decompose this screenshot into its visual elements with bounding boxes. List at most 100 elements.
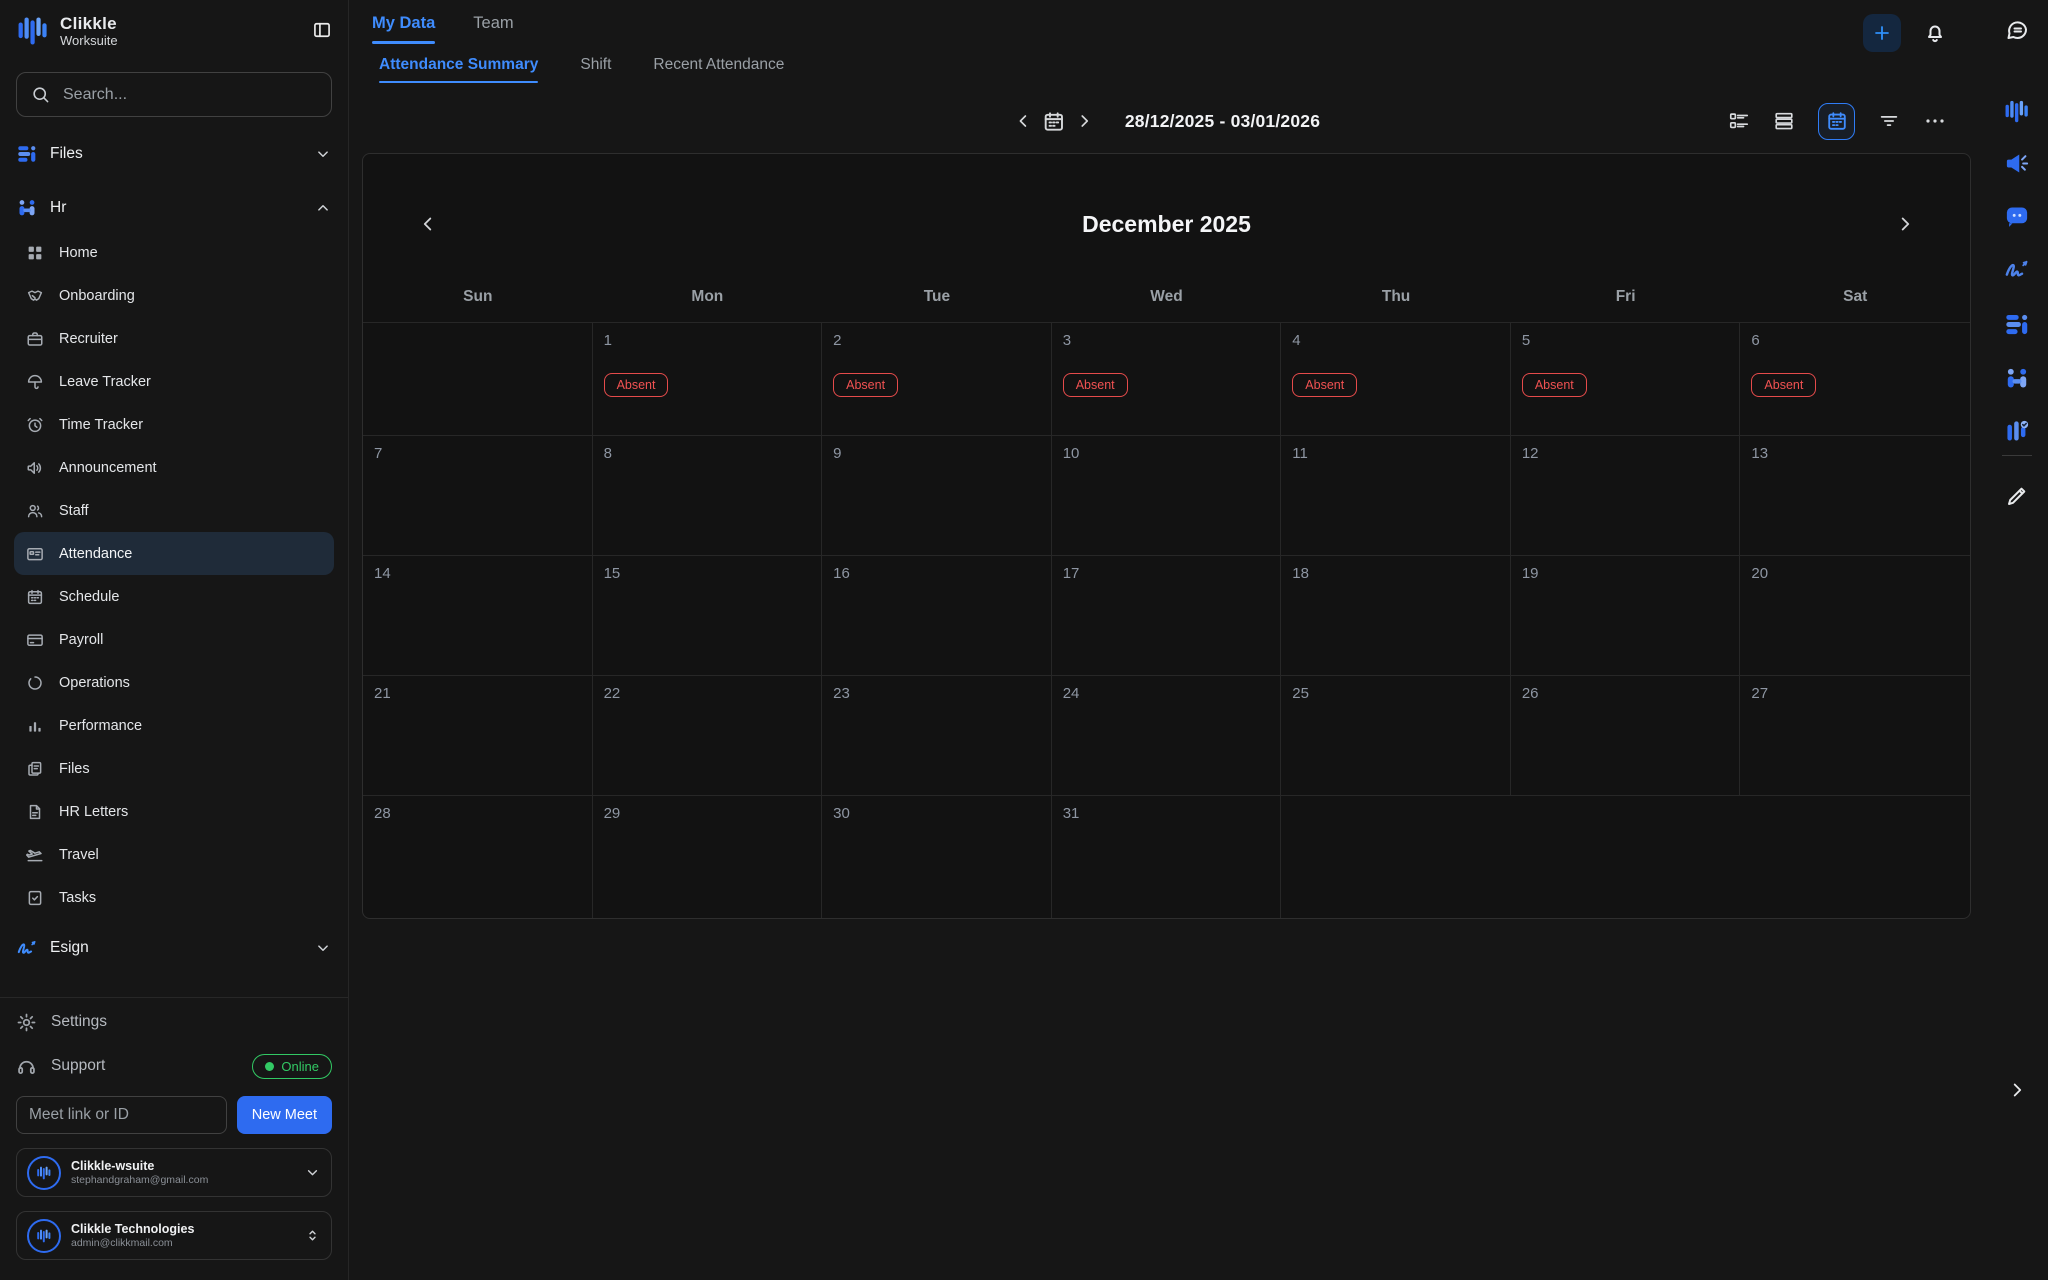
file-text-icon <box>26 803 44 821</box>
account-avatar <box>27 1219 61 1253</box>
sidebar-group-files[interactable]: Files <box>16 131 332 177</box>
calendar-day-cell[interactable]: 6Absent <box>1740 322 1970 435</box>
calendar-day-cell[interactable]: 31 <box>1052 795 1282 918</box>
calendar-day-cell[interactable]: 1Absent <box>593 322 823 435</box>
chat-face-button[interactable] <box>2003 203 2030 233</box>
sidebar-group-esign[interactable]: Esign <box>16 925 332 971</box>
sidebar-item-announcement[interactable]: Announcement <box>14 446 334 489</box>
card-view-button[interactable] <box>1728 110 1750 132</box>
signature-icon <box>16 937 38 959</box>
calendar-day-cell[interactable]: 22 <box>593 675 823 795</box>
sidebar-item-onboarding[interactable]: Onboarding <box>14 274 334 317</box>
sidebar-collapse-button[interactable] <box>312 20 332 43</box>
sidebar-item-time-tracker[interactable]: Time Tracker <box>14 403 334 446</box>
calendar-day-cell[interactable] <box>1281 795 1970 918</box>
sidebar-group-hr[interactable]: Hr <box>16 185 332 231</box>
calendar-day-cell[interactable]: 5Absent <box>1511 322 1741 435</box>
sidebar-item-travel[interactable]: Travel <box>14 833 334 876</box>
sidebar-item-tasks[interactable]: Tasks <box>14 876 334 919</box>
calendar-view-button[interactable] <box>1818 103 1855 140</box>
sidebar-item-schedule[interactable]: Schedule <box>14 575 334 618</box>
files-app-button[interactable] <box>2003 311 2030 341</box>
tab-my-data[interactable]: My Data <box>372 14 435 44</box>
calendar-day-cell[interactable]: 13 <box>1740 435 1970 555</box>
chat-bubble-button[interactable] <box>2005 18 2029 45</box>
calendar-day-cell[interactable]: 18 <box>1281 555 1511 675</box>
date-picker-button[interactable] <box>1042 110 1065 133</box>
calendar-day-cell[interactable]: 25 <box>1281 675 1511 795</box>
rail-expand-button[interactable] <box>2006 1079 2028 1104</box>
sidebar-item-settings[interactable]: Settings <box>16 1000 332 1044</box>
bars-check-button[interactable] <box>2003 418 2030 448</box>
calendar-day-cell[interactable] <box>363 322 593 435</box>
calendar-day-cell[interactable]: 23 <box>822 675 1052 795</box>
date-prev-button[interactable] <box>1013 111 1033 131</box>
sidebar-item-operations[interactable]: Operations <box>14 661 334 704</box>
meet-link-input[interactable] <box>16 1096 227 1134</box>
calendar-icon <box>26 588 44 606</box>
account-switcher-clikkle-wsuite[interactable]: Clikkle-wsuitestephandgraham@gmail.com <box>16 1148 332 1197</box>
signature-app-button[interactable] <box>2003 256 2030 286</box>
umbrella-icon <box>26 373 44 391</box>
hr-app-button[interactable] <box>2003 365 2030 395</box>
subtab-attendance-summary[interactable]: Attendance Summary <box>379 56 538 83</box>
calendar-day-cell[interactable]: 15 <box>593 555 823 675</box>
calendar-day-cell[interactable]: 29 <box>593 795 823 918</box>
sidebar-item-leave-tracker[interactable]: Leave Tracker <box>14 360 334 403</box>
sidebar-item-files[interactable]: Files <box>14 747 334 790</box>
notifications-button[interactable] <box>1923 21 1947 45</box>
calendar-day-cell[interactable]: 17 <box>1052 555 1282 675</box>
calendar-day-cell[interactable]: 30 <box>822 795 1052 918</box>
add-button[interactable] <box>1863 14 1901 52</box>
search-box[interactable] <box>16 72 332 117</box>
calendar-day-cell[interactable]: 14 <box>363 555 593 675</box>
day-number: 27 <box>1751 685 1768 702</box>
calendar-day-cell[interactable]: 7 <box>363 435 593 555</box>
calendar-prev-month-button[interactable] <box>417 213 439 235</box>
search-input[interactable] <box>63 86 317 104</box>
chevron-left-icon <box>417 213 439 235</box>
calendar-day-cell[interactable]: 16 <box>822 555 1052 675</box>
row-view-button[interactable] <box>1773 110 1795 132</box>
clikkle-bars-button[interactable] <box>2003 98 2030 128</box>
calendar-day-cell[interactable]: 2Absent <box>822 322 1052 435</box>
pencil-button[interactable] <box>2005 484 2029 511</box>
date-range-label: 28/12/2025 - 03/01/2026 <box>1125 111 1320 132</box>
sidebar-item-performance[interactable]: Performance <box>14 704 334 747</box>
megaphone-app-icon <box>2003 150 2030 177</box>
megaphone-app-button[interactable] <box>2003 150 2030 180</box>
calendar-day-cell[interactable]: 11 <box>1281 435 1511 555</box>
date-next-button[interactable] <box>1074 111 1094 131</box>
sidebar-item-staff[interactable]: Staff <box>14 489 334 532</box>
sidebar-item-payroll[interactable]: Payroll <box>14 618 334 661</box>
tab-team[interactable]: Team <box>473 14 513 44</box>
calendar-day-cell[interactable]: 4Absent <box>1281 322 1511 435</box>
calendar-day-cell[interactable]: 24 <box>1052 675 1282 795</box>
calendar-day-cell[interactable]: 19 <box>1511 555 1741 675</box>
new-meet-button[interactable]: New Meet <box>237 1096 332 1134</box>
sidebar-item-recruiter[interactable]: Recruiter <box>14 317 334 360</box>
sidebar-item-home[interactable]: Home <box>14 231 334 274</box>
calendar-day-cell[interactable]: 28 <box>363 795 593 918</box>
calendar-day-cell[interactable]: 12 <box>1511 435 1741 555</box>
calendar-day-cell[interactable]: 27 <box>1740 675 1970 795</box>
calendar-header: December 2025 <box>363 154 1970 272</box>
calendar-day-cell[interactable]: 9 <box>822 435 1052 555</box>
filter-button[interactable] <box>1878 110 1900 132</box>
sidebar-item-hr-letters[interactable]: HR Letters <box>14 790 334 833</box>
subtab-shift[interactable]: Shift <box>580 56 611 83</box>
calendar-day-cell[interactable]: 8 <box>593 435 823 555</box>
calendar-day-cell[interactable]: 10 <box>1052 435 1282 555</box>
calendar-day-cell[interactable]: 21 <box>363 675 593 795</box>
more-button[interactable] <box>1923 109 1947 133</box>
calendar-next-month-button[interactable] <box>1894 213 1916 235</box>
calendar-day-cell[interactable]: 20 <box>1740 555 1970 675</box>
account-switcher-clikkle-technologies[interactable]: Clikkle Technologiesadmin@clikkmail.com <box>16 1211 332 1260</box>
day-number: 14 <box>374 565 391 582</box>
subtab-recent-attendance[interactable]: Recent Attendance <box>653 56 784 83</box>
calendar-day-cell[interactable]: 26 <box>1511 675 1741 795</box>
sidebar-group-label: Files <box>50 145 83 163</box>
calendar-day-cell[interactable]: 3Absent <box>1052 322 1282 435</box>
sidebar-item-attendance[interactable]: Attendance <box>14 532 334 575</box>
sidebar-item-support[interactable]: SupportOnline <box>16 1044 332 1088</box>
